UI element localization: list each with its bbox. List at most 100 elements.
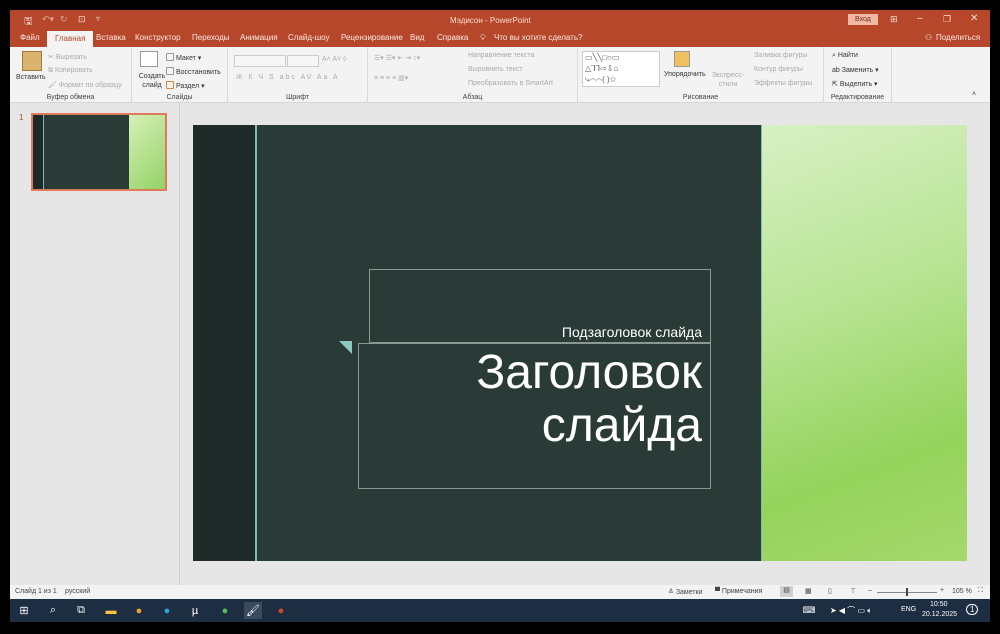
new-slide-button[interactable]: Создать слайд [137, 72, 167, 90]
shapes-gallery[interactable]: ▭╲╲□○▭ △⅂⅂⇨⇩⌂ ⤷⌒⌒( )☆ [582, 51, 660, 87]
clipboard-group-label: Буфер обмена [46, 94, 95, 101]
font-format-buttons[interactable]: Ж К Ч S abc AV Aa A [236, 74, 340, 81]
notes-button[interactable]: ≙ Заметки [668, 588, 703, 596]
tab-home[interactable]: Главная [47, 31, 94, 47]
tab-design[interactable]: Конструктор [135, 33, 181, 42]
powerpoint-taskbar-icon[interactable]: ● [272, 602, 290, 619]
select-label: Выделить [839, 81, 873, 88]
section-label: Раздел [176, 83, 200, 90]
paragraph-group-label: Абзац [462, 94, 483, 101]
close-button[interactable]: ✕ [970, 13, 978, 24]
text-direction-button[interactable]: Направление текста [468, 52, 534, 59]
copy-button[interactable]: ⧉ Копировать [48, 67, 93, 75]
title-placeholder[interactable]: Заголовок слайда [358, 343, 711, 489]
reset-button[interactable]: Восстановить [166, 67, 221, 76]
redo-icon[interactable]: ↻ [60, 14, 68, 25]
tab-help[interactable]: Справка [437, 33, 468, 42]
new-slide-icon[interactable] [140, 51, 158, 67]
shape-outline-button[interactable]: Контур фигуры [754, 66, 803, 73]
align-text-button[interactable]: Выровнять текст [468, 66, 523, 73]
task-view-icon[interactable]: ⧉ [72, 602, 90, 619]
share-button[interactable]: Поделиться [936, 33, 980, 42]
paint-app-icon[interactable]: 🖌︎ [244, 602, 262, 619]
telegram-icon[interactable]: ● [158, 602, 176, 619]
comments-button[interactable]: ▀ Примечания [715, 588, 762, 595]
find-button[interactable]: ⌕ Найти [832, 52, 858, 60]
list-buttons[interactable]: ☰▾ ☰▾ ⇤ ⇥ ↕▾ [374, 54, 420, 62]
slide-thumbnail[interactable] [31, 113, 167, 191]
keyboard-icon[interactable]: ⌨ [800, 602, 818, 619]
paste-icon[interactable] [22, 51, 42, 71]
select-button[interactable]: ⇱ Выделить ▾ [832, 80, 878, 88]
slide-green-panel [761, 125, 967, 561]
drawing-group-label: Рисование [682, 94, 719, 101]
zoom-out-button[interactable]: – [868, 587, 872, 594]
save-icon[interactable]: 🖫 [24, 14, 33, 31]
clock-date[interactable]: 20.12.2025 [922, 611, 957, 618]
slides-group: Создать слайд Макет ▾ Восстановить Разде… [132, 47, 228, 103]
subtitle-placeholder[interactable]: Подзаголовок слайда [369, 269, 711, 343]
tab-animations[interactable]: Анимация [240, 33, 278, 42]
shape-fill-button[interactable]: Заливка фигуры [754, 52, 807, 59]
zoom-level[interactable]: 105 % [952, 588, 972, 595]
tab-slideshow[interactable]: Слайд-шоу [288, 33, 329, 42]
restore-button[interactable]: ❐ [943, 14, 951, 25]
paste-button[interactable]: Вставить [16, 74, 46, 81]
minimize-button[interactable]: – [917, 13, 923, 24]
notes-label: Заметки [675, 589, 703, 596]
font-group: A˄ A˅ ◊ Ж К Ч S abc AV Aa A Шрифт [228, 47, 368, 103]
slide-sorter-button[interactable]: ▦ [805, 587, 812, 595]
undo-icon[interactable]: ↶▾ [42, 14, 54, 25]
language-indicator[interactable]: русский [65, 588, 90, 595]
app-m-icon[interactable]: µ [186, 602, 204, 619]
fit-slide-button[interactable]: ⛶ [978, 587, 983, 595]
arrange-icon[interactable] [674, 51, 690, 67]
quick-styles-button[interactable]: Экспресс-стили [710, 71, 746, 89]
layout-button[interactable]: Макет ▾ [166, 53, 201, 62]
search-icon[interactable]: ⌕ [44, 602, 62, 619]
tray-icons[interactable]: ➤ ◀ ⌒ ▭ 🔈︎ [830, 605, 872, 616]
font-name-select[interactable] [234, 55, 286, 67]
tab-insert[interactable]: Вставка [96, 33, 126, 42]
customize-toolbar-icon[interactable]: ▿ [96, 14, 100, 23]
replace-button[interactable]: ab Заменить ▾ [832, 66, 879, 74]
zoom-slider-thumb[interactable] [906, 588, 908, 596]
drawing-group: ▭╲╲□○▭ △⅂⅂⇨⇩⌂ ⤷⌒⌒( )☆ Упорядочить Экспресс… [578, 47, 824, 103]
format-painter-button[interactable]: 🖌︎ Формат по образцу [48, 81, 122, 89]
font-size-buttons[interactable]: A˄ A˅ ◊ [322, 56, 346, 63]
normal-view-button[interactable]: ▤ [780, 586, 793, 597]
language-switch[interactable]: ENG [901, 606, 916, 613]
slide-accent-line [255, 125, 257, 561]
section-button[interactable]: Раздел ▾ [166, 81, 205, 90]
utorrent-icon[interactable]: ● [216, 602, 234, 619]
tab-file[interactable]: Файл [20, 33, 40, 42]
collapse-ribbon-icon[interactable]: ˄ [972, 91, 976, 98]
tab-view[interactable]: Вид [410, 33, 424, 42]
slide-canvas[interactable]: Подзаголовок слайда Заголовок слайда [193, 125, 967, 561]
share-icon[interactable]: ⚇ [925, 33, 932, 42]
clock-time[interactable]: 10:50 [930, 601, 948, 608]
shape-effects-button[interactable]: Эффекты фигуры [754, 80, 812, 87]
slide-triangle-decoration [339, 341, 352, 354]
arrange-button[interactable]: Упорядочить [664, 71, 706, 78]
align-buttons[interactable]: ≡ ≡ ≡ ≡ ▥▾ [374, 74, 408, 82]
reading-view-button[interactable]: ▯ [828, 587, 832, 595]
slideshow-button[interactable]: ⊤ [850, 587, 856, 595]
start-button[interactable]: ⊞ [15, 602, 33, 619]
font-group-label: Шрифт [285, 94, 310, 101]
browser-icon[interactable]: ● [130, 602, 148, 619]
presentation-start-icon[interactable]: ⊡ [78, 14, 86, 25]
ribbon-display-options-icon[interactable]: ⊞ [890, 14, 898, 25]
font-size-select[interactable] [287, 55, 319, 67]
zoom-in-button[interactable]: + [940, 587, 944, 594]
ribbon: Вставить ✂ Вырезать ⧉ Копировать 🖌︎ Форм… [10, 47, 990, 103]
reset-label: Восстановить [176, 69, 221, 76]
sign-in-button[interactable]: Вход [848, 14, 878, 25]
file-explorer-icon[interactable]: ▬ [102, 602, 120, 619]
tell-me-search[interactable]: Что вы хотите сделать? [494, 33, 582, 42]
notification-badge[interactable]: 1 [966, 604, 979, 615]
tab-transitions[interactable]: Переходы [192, 33, 230, 42]
smartart-button[interactable]: Преобразовать в SmartArt [468, 80, 553, 87]
cut-button[interactable]: ✂ Вырезать [48, 53, 87, 61]
tab-review[interactable]: Рецензирование [341, 33, 403, 42]
